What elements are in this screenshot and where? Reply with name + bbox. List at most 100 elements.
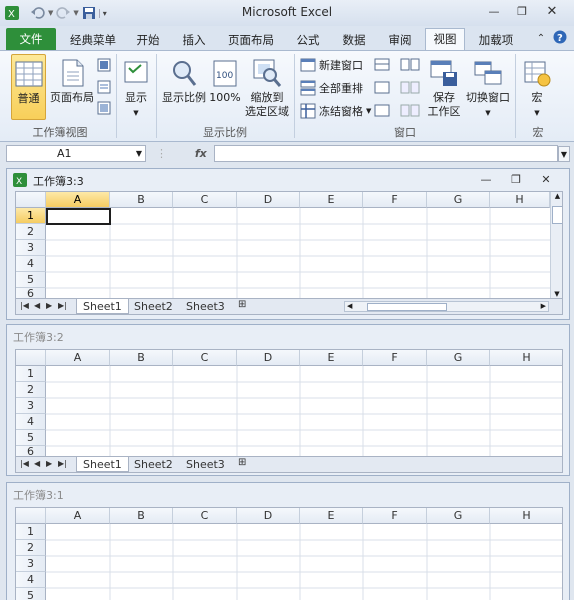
zoom-100-button[interactable]: 100 100% — [208, 54, 242, 120]
formula-input[interactable] — [214, 145, 558, 162]
side-by-side-icons[interactable] — [400, 57, 420, 117]
column-header[interactable]: A — [46, 350, 110, 366]
sheet-tab-2[interactable]: Sheet2 — [128, 457, 179, 472]
help-icon[interactable]: ? — [551, 30, 569, 44]
first-sheet-icon[interactable]: |◀ — [20, 301, 29, 310]
row-header[interactable]: 4 — [16, 572, 46, 588]
column-header[interactable]: B — [110, 350, 173, 366]
next-sheet-icon[interactable]: ▶ — [46, 459, 52, 468]
sheet-tab-1[interactable]: Sheet1 — [76, 457, 129, 472]
row-header[interactable]: 3 — [16, 556, 46, 572]
vertical-scrollbar[interactable]: ▲ ▼ — [550, 192, 562, 298]
sheet-tab-3[interactable]: Sheet3 — [180, 299, 231, 314]
close-icon[interactable]: ✕ — [543, 5, 561, 19]
wb-minimize-icon[interactable]: — — [477, 173, 495, 187]
expand-formula-bar-icon[interactable]: ▼ — [558, 146, 570, 162]
minimize-icon[interactable]: — — [485, 5, 503, 19]
column-header[interactable]: C — [173, 508, 237, 524]
sheet-tab-3[interactable]: Sheet3 — [180, 457, 231, 472]
switch-windows-button[interactable]: 切换窗口 ▼ — [465, 54, 511, 134]
column-header[interactable]: F — [363, 350, 427, 366]
workbook-window-2[interactable]: 工作簿3:2 A B C D E F G H 1 2 3 4 5 6 |◀ ◀ … — [6, 324, 570, 476]
sheet-tab-1[interactable]: Sheet1 — [76, 299, 129, 314]
workbook-window-3[interactable]: X 工作簿3:3 — ❐ ✕ A B C D E F G H 1 2 3 4 5… — [6, 168, 570, 320]
wb-restore-icon[interactable]: ❐ — [507, 173, 525, 187]
arrange-all-button[interactable]: 全部重排 — [300, 80, 363, 96]
last-sheet-icon[interactable]: ▶| — [58, 301, 67, 310]
column-header[interactable]: C — [173, 350, 237, 366]
column-header[interactable]: F — [363, 508, 427, 524]
scroll-down-icon[interactable]: ▼ — [551, 290, 562, 298]
tab-data[interactable]: 数据 — [336, 30, 372, 50]
active-cell[interactable] — [46, 208, 111, 225]
row-header[interactable]: 4 — [16, 414, 46, 430]
zoom-to-selection-button[interactable]: 缩放到 选定区域 — [244, 54, 290, 120]
name-box-dropdown-icon[interactable]: ▼ — [136, 146, 142, 161]
split-hide-icons[interactable] — [374, 57, 390, 117]
tab-formulas[interactable]: 公式 — [290, 30, 326, 50]
column-header[interactable]: H — [490, 350, 562, 366]
column-header[interactable]: C — [173, 192, 237, 208]
column-header[interactable]: A — [46, 508, 110, 524]
tab-view[interactable]: 视图 — [425, 28, 465, 50]
collapse-ribbon-icon[interactable]: ⌃ — [532, 32, 550, 46]
row-header[interactable]: 5 — [16, 272, 46, 288]
select-all-corner[interactable] — [16, 192, 46, 208]
horizontal-scrollbar[interactable]: ◀ ▶ — [344, 301, 549, 312]
worksheet-grid[interactable]: A B C D E F G H 1 2 3 4 5 6 — [15, 349, 563, 457]
row-header[interactable]: 4 — [16, 256, 46, 272]
restore-icon[interactable]: ❐ — [513, 5, 531, 19]
column-header[interactable]: D — [237, 508, 300, 524]
column-header[interactable]: E — [300, 350, 363, 366]
prev-sheet-icon[interactable]: ◀ — [34, 459, 40, 468]
row-header[interactable]: 5 — [16, 588, 46, 600]
row-header[interactable]: 3 — [16, 240, 46, 256]
tab-home[interactable]: 开始 — [130, 30, 166, 50]
sheet-tab-2[interactable]: Sheet2 — [128, 299, 179, 314]
tab-review[interactable]: 审阅 — [382, 30, 418, 50]
zoom-button[interactable]: 显示比例 — [160, 54, 208, 120]
workbook-window-1[interactable]: 工作簿3:1 A B C D E F G H 1 2 3 4 5 — [6, 482, 570, 600]
h-scroll-thumb[interactable] — [367, 303, 447, 311]
row-header[interactable]: 2 — [16, 224, 46, 240]
column-header[interactable]: E — [300, 508, 363, 524]
column-header[interactable]: H — [490, 192, 550, 208]
select-all-corner[interactable] — [16, 350, 46, 366]
tab-insert[interactable]: 插入 — [176, 30, 212, 50]
worksheet-grid[interactable]: A B C D E F G H 1 2 3 4 5 — [15, 507, 563, 600]
worksheet-grid[interactable]: A B C D E F G H 1 2 3 4 5 6 ▲ ▼ — [15, 191, 563, 299]
next-sheet-icon[interactable]: ▶ — [46, 301, 52, 310]
column-header[interactable]: E — [300, 192, 363, 208]
column-header[interactable]: B — [110, 192, 173, 208]
row-header[interactable]: 5 — [16, 430, 46, 446]
row-header[interactable]: 6 — [16, 446, 46, 456]
insert-function-icon[interactable]: fx — [177, 147, 207, 160]
row-header[interactable]: 2 — [16, 540, 46, 556]
name-box[interactable]: A1 ▼ — [6, 145, 146, 162]
macros-button[interactable]: 宏 ▼ — [520, 54, 554, 134]
column-header[interactable]: F — [363, 192, 427, 208]
last-sheet-icon[interactable]: ▶| — [58, 459, 67, 468]
scroll-right-icon[interactable]: ▶ — [541, 302, 546, 310]
column-header[interactable]: D — [237, 192, 300, 208]
scroll-up-icon[interactable]: ▲ — [551, 192, 562, 204]
column-header[interactable]: A — [46, 192, 110, 208]
normal-view-button[interactable]: 普通 — [11, 54, 46, 120]
first-sheet-icon[interactable]: |◀ — [20, 459, 29, 468]
insert-sheet-icon[interactable]: ⊞ — [238, 299, 246, 310]
column-header[interactable]: G — [427, 508, 490, 524]
column-header[interactable]: G — [427, 192, 490, 208]
row-header[interactable]: 2 — [16, 382, 46, 398]
prev-sheet-icon[interactable]: ◀ — [34, 301, 40, 310]
column-header[interactable]: H — [490, 508, 562, 524]
show-button[interactable]: 显示 ▼ — [120, 54, 152, 134]
save-workspace-button[interactable]: 保存 工作区 — [425, 54, 463, 120]
freeze-panes-button[interactable]: 冻结窗格 ▼ — [300, 103, 371, 119]
tab-page-layout[interactable]: 页面布局 — [222, 30, 280, 50]
column-header[interactable]: B — [110, 508, 173, 524]
wb-close-icon[interactable]: ✕ — [537, 173, 555, 187]
new-window-button[interactable]: 新建窗口 — [300, 57, 363, 73]
row-header[interactable]: 6 — [16, 288, 46, 298]
page-layout-view-button[interactable]: 页面布局 — [49, 54, 95, 120]
column-header[interactable]: D — [237, 350, 300, 366]
